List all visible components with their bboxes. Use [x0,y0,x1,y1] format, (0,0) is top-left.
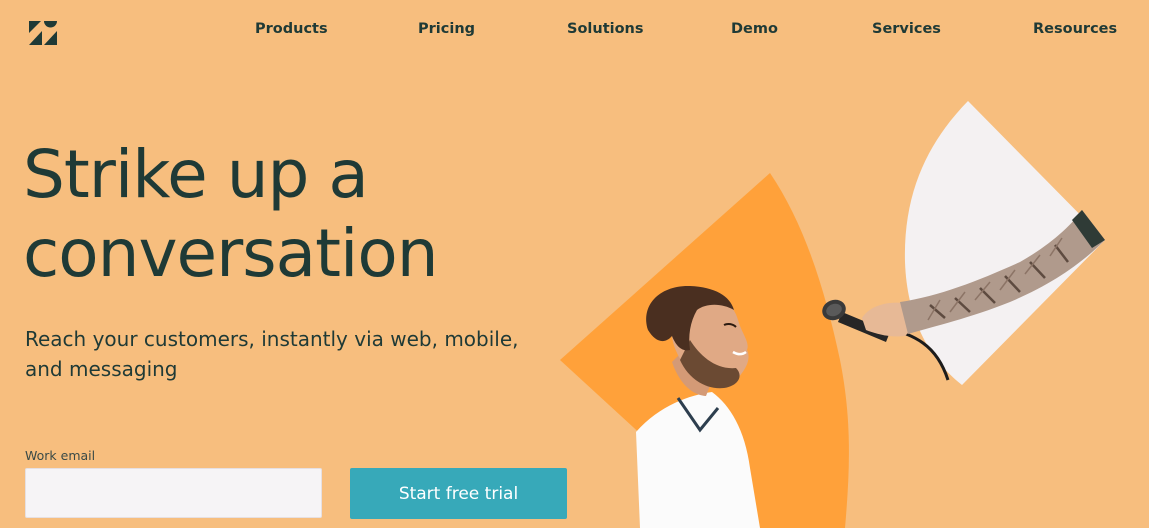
main-nav: Products Pricing Solutions Demo Services… [0,21,1149,41]
email-label: Work email [25,448,96,463]
hero-illustration [560,101,1105,528]
nav-products[interactable]: Products [255,21,328,37]
nav-pricing[interactable]: Pricing [418,21,475,37]
landing-page: Products Pricing Solutions Demo Services… [0,0,1149,528]
nav-demo[interactable]: Demo [731,21,778,37]
headline-line-1: Strike up a [23,136,369,213]
hero-headline: Strike up a conversation [23,135,583,293]
nav-resources[interactable]: Resources [1033,21,1117,37]
headline-line-2: conversation [23,215,439,292]
subhead-line-2: and messaging [25,357,178,381]
email-input[interactable] [25,468,322,518]
nav-solutions[interactable]: Solutions [567,21,644,37]
nav-services[interactable]: Services [872,21,941,37]
subhead-line-1: Reach your customers, instantly via web,… [25,327,519,351]
hero-subhead: Reach your customers, instantly via web,… [25,324,535,384]
start-free-trial-button[interactable]: Start free trial [350,468,567,519]
